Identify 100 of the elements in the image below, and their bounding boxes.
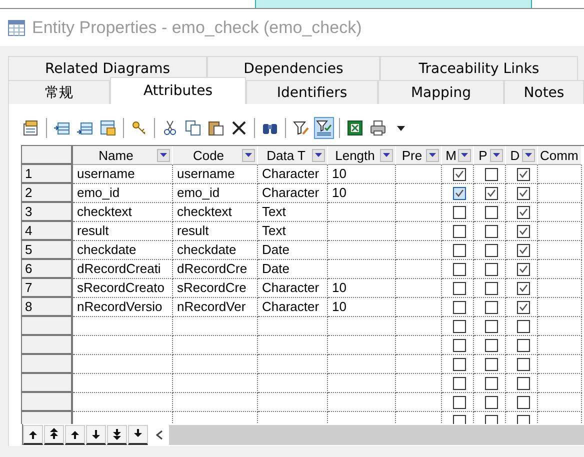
checkbox[interactable] [453, 376, 466, 390]
checkbox[interactable] [485, 376, 498, 390]
table-cell: emo_id [73, 184, 173, 203]
checkbox[interactable] [453, 206, 466, 218]
row-header[interactable]: 3 [22, 203, 73, 222]
table-cell: Character [258, 298, 328, 317]
dropdown-icon[interactable] [312, 148, 325, 162]
tab[interactable]: Dependencies [207, 56, 380, 80]
row-header[interactable]: 1 [22, 165, 73, 184]
checkbox[interactable] [453, 338, 466, 352]
row-header[interactable]: 5 [22, 241, 73, 260]
row-header[interactable]: 6 [22, 260, 73, 279]
checkbox[interactable] [517, 224, 530, 238]
checkbox[interactable] [485, 206, 498, 218]
row-header[interactable]: 4 [22, 222, 73, 241]
checkbox[interactable] [517, 300, 530, 314]
checkbox[interactable] [453, 244, 466, 256]
tab[interactable]: Notes [504, 80, 584, 104]
checkbox[interactable] [517, 262, 530, 276]
column-header[interactable]: Code [173, 146, 258, 165]
table-cell [328, 393, 396, 412]
column-header[interactable]: D [506, 146, 538, 165]
dropdown-icon[interactable] [157, 148, 170, 162]
last-row-button[interactable] [128, 424, 148, 444]
table-cell: checktext [173, 203, 258, 222]
checkbox[interactable] [517, 414, 530, 424]
checkbox[interactable] [453, 320, 466, 332]
checkbox[interactable] [517, 396, 530, 408]
checkbox[interactable] [453, 300, 466, 314]
dropdown-icon[interactable] [522, 148, 535, 162]
checkbox[interactable] [517, 186, 530, 200]
checkbox[interactable] [517, 168, 530, 180]
checkbox[interactable] [485, 320, 498, 332]
row-header[interactable]: 8 [22, 298, 73, 317]
first-row-button[interactable] [23, 424, 43, 444]
column-header[interactable]: Comm [538, 146, 582, 165]
insert-row-icon [54, 120, 70, 136]
checkbox[interactable] [485, 186, 498, 200]
dropdown-icon[interactable] [380, 148, 393, 162]
checkbox[interactable] [453, 186, 466, 200]
checkbox[interactable] [485, 358, 498, 370]
column-header[interactable]: Pre [396, 146, 442, 165]
checkbox[interactable] [485, 414, 498, 424]
checkbox[interactable] [453, 224, 466, 238]
tab[interactable]: Identifiers [246, 80, 378, 104]
row-header[interactable]: 7 [22, 279, 73, 298]
row-header[interactable] [22, 336, 73, 355]
checkbox[interactable] [517, 358, 530, 370]
table-add-icon [100, 120, 116, 136]
checkbox[interactable] [517, 320, 530, 332]
column-header[interactable]: Data T [258, 146, 328, 165]
row-header[interactable] [22, 374, 73, 393]
checkbox[interactable] [453, 168, 466, 180]
filter-icon [316, 120, 332, 136]
row-header[interactable]: 2 [22, 184, 73, 203]
checkbox[interactable] [517, 338, 530, 352]
checkbox[interactable] [453, 262, 466, 276]
checkbox[interactable] [485, 282, 498, 294]
column-header[interactable]: M [442, 146, 474, 165]
row-header[interactable] [22, 393, 73, 412]
move-down-button[interactable] [86, 424, 106, 444]
copy-icon [185, 120, 201, 136]
checkbox[interactable] [485, 224, 498, 238]
tab[interactable]: Traceability Links [380, 56, 578, 80]
table-cell: Date [258, 260, 328, 279]
filter-button[interactable] [314, 117, 334, 139]
column-header[interactable]: Length [328, 146, 396, 165]
tab[interactable]: 常规 [8, 80, 110, 104]
checkbox[interactable] [453, 358, 466, 370]
checkbox[interactable] [517, 206, 530, 218]
checkbox[interactable] [517, 376, 530, 390]
table-cell: nRecordVersio [73, 298, 173, 317]
checkbox[interactable] [485, 168, 498, 180]
checkbox[interactable] [453, 282, 466, 294]
checkbox[interactable] [485, 338, 498, 352]
page-down-button[interactable] [107, 424, 127, 444]
chevron-left-icon [155, 430, 163, 440]
column-header[interactable]: Name [73, 146, 173, 165]
checkbox[interactable] [517, 282, 530, 294]
row-header[interactable] [22, 317, 73, 336]
tab[interactable]: Related Diagrams [8, 56, 207, 80]
table-cell: Date [258, 241, 328, 260]
checkbox[interactable] [453, 414, 466, 424]
dropdown-icon[interactable] [426, 148, 439, 162]
checkbox[interactable] [517, 244, 530, 256]
row-header[interactable] [22, 355, 73, 374]
move-up-button[interactable] [65, 424, 85, 444]
checkbox[interactable] [485, 396, 498, 408]
checkbox[interactable] [485, 244, 498, 256]
tab[interactable]: Mapping [378, 80, 504, 104]
checkbox[interactable] [485, 300, 498, 314]
dropdown-icon[interactable] [242, 148, 255, 162]
dropdown-icon[interactable] [490, 148, 503, 162]
table-cell: 10 [328, 184, 396, 203]
page-up-button[interactable] [44, 424, 64, 444]
checkbox[interactable] [485, 262, 498, 276]
checkbox[interactable] [453, 396, 466, 408]
tab[interactable]: Attributes [110, 77, 246, 104]
column-header[interactable]: P [474, 146, 506, 165]
dropdown-icon[interactable] [458, 148, 471, 162]
